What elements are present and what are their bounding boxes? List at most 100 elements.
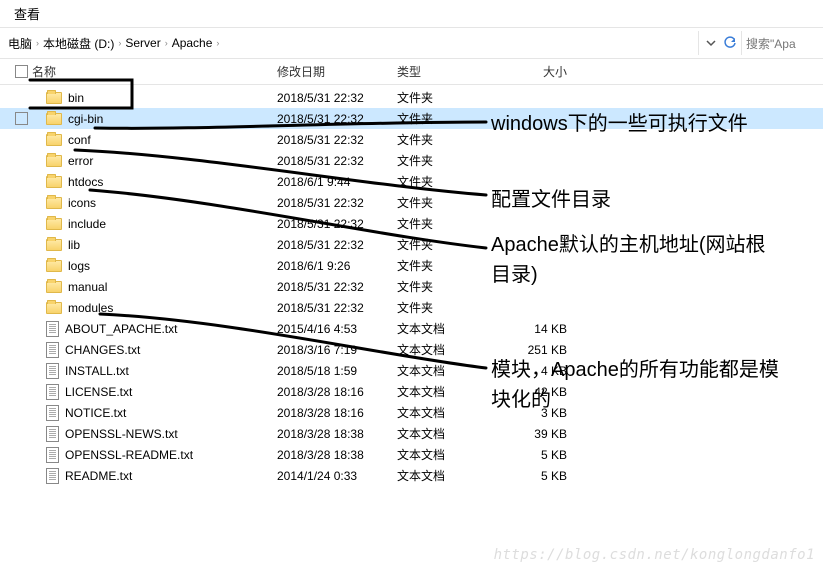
file-name: INSTALL.txt — [65, 364, 129, 378]
file-date: 2018/3/28 18:38 — [277, 427, 397, 441]
file-row[interactable]: error2018/5/31 22:32文件夹 — [0, 150, 823, 171]
chevron-right-icon: › — [116, 38, 123, 48]
file-date: 2018/3/16 7:19 — [277, 343, 397, 357]
file-name: include — [68, 217, 106, 231]
history-dropdown-icon[interactable] — [705, 37, 717, 49]
row-checkbox[interactable] — [15, 112, 28, 125]
file-name: NOTICE.txt — [65, 406, 126, 420]
file-date: 2018/5/31 22:32 — [277, 217, 397, 231]
file-type: 文本文档 — [397, 404, 497, 421]
file-date: 2014/1/24 0:33 — [277, 469, 397, 483]
file-name: bin — [68, 91, 84, 105]
file-type: 文本文档 — [397, 320, 497, 337]
file-date: 2018/5/31 22:32 — [277, 154, 397, 168]
file-row[interactable]: htdocs2018/6/1 9:44文件夹 — [0, 171, 823, 192]
menu-view[interactable]: 查看 — [14, 7, 40, 22]
file-row[interactable]: OPENSSL-NEWS.txt2018/3/28 18:38文本文档39 KB — [0, 423, 823, 444]
file-icon — [46, 405, 59, 421]
breadcrumb[interactable]: 电脑 › 本地磁盘 (D:) › Server › Apache › — [0, 31, 699, 55]
folder-icon — [46, 260, 62, 272]
file-date: 2018/5/31 22:32 — [277, 301, 397, 315]
file-date: 2018/5/31 22:32 — [277, 280, 397, 294]
file-icon — [46, 321, 59, 337]
file-name: LICENSE.txt — [65, 385, 132, 399]
folder-icon — [46, 176, 62, 188]
file-type: 文本文档 — [397, 467, 497, 484]
file-size: 14 KB — [497, 322, 577, 336]
file-name: README.txt — [65, 469, 132, 483]
file-icon — [46, 447, 59, 463]
search-placeholder: 搜索"Apa — [746, 35, 796, 52]
file-type: 文件夹 — [397, 194, 497, 211]
folder-icon — [46, 239, 62, 251]
watermark: https://blog.csdn.net/konglongdanfo1 — [494, 547, 815, 563]
file-name: OPENSSL-NEWS.txt — [65, 427, 178, 441]
file-type: 文件夹 — [397, 89, 497, 106]
file-icon — [46, 363, 59, 379]
file-name: OPENSSL-README.txt — [65, 448, 193, 462]
breadcrumb-item[interactable]: 本地磁盘 (D:) — [41, 35, 116, 52]
folder-icon — [46, 134, 62, 146]
breadcrumb-item[interactable]: Server — [123, 36, 162, 50]
header-name[interactable]: 名称 — [32, 63, 277, 80]
chevron-right-icon: › — [214, 38, 221, 48]
folder-icon — [46, 113, 62, 125]
address-toolbar: 电脑 › 本地磁盘 (D:) › Server › Apache › 搜索"Ap… — [0, 27, 823, 59]
file-name: modules — [68, 301, 113, 315]
annotation-text: 模块，Apache的所有功能都是模块化的 — [491, 355, 781, 415]
file-date: 2018/3/28 18:16 — [277, 406, 397, 420]
annotation-text: 配置文件目录 — [491, 185, 611, 215]
file-date: 2018/3/28 18:16 — [277, 385, 397, 399]
file-size: 39 KB — [497, 427, 577, 441]
search-input[interactable]: 搜索"Apa — [741, 31, 823, 55]
file-name: ABOUT_APACHE.txt — [65, 322, 177, 336]
file-type: 文件夹 — [397, 236, 497, 253]
header-type[interactable]: 类型 — [397, 63, 497, 80]
file-row[interactable]: modules 2018/5/31 22:32文件夹 — [0, 297, 823, 318]
chevron-right-icon: › — [163, 38, 170, 48]
annotation-text: Apache默认的主机地址(网站根目录) — [491, 230, 781, 290]
file-type: 文本文档 — [397, 446, 497, 463]
file-type: 文件夹 — [397, 173, 497, 190]
file-row[interactable]: OPENSSL-README.txt 2018/3/28 18:38文本文档5 K… — [0, 444, 823, 465]
menu-bar: 查看 — [0, 0, 823, 27]
breadcrumb-item[interactable]: Apache — [170, 36, 215, 50]
header-date[interactable]: 修改日期 — [277, 63, 397, 80]
file-type: 文件夹 — [397, 215, 497, 232]
file-row[interactable]: icons 2018/5/31 22:32文件夹 — [0, 192, 823, 213]
file-date: 2018/5/31 22:32 — [277, 238, 397, 252]
file-size: 5 KB — [497, 448, 577, 462]
file-type: 文件夹 — [397, 131, 497, 148]
file-date: 2018/6/1 9:26 — [277, 259, 397, 273]
select-all-checkbox[interactable] — [15, 65, 28, 78]
breadcrumb-root[interactable]: 电脑 — [6, 35, 34, 52]
file-name: conf — [68, 133, 91, 147]
folder-icon — [46, 218, 62, 230]
folder-icon — [46, 155, 62, 167]
file-date: 2018/5/18 1:59 — [277, 364, 397, 378]
file-name: cgi-bin — [68, 112, 103, 126]
folder-icon — [46, 302, 62, 314]
file-icon — [46, 468, 59, 484]
file-date: 2018/6/1 9:44 — [277, 175, 397, 189]
file-name: CHANGES.txt — [65, 343, 140, 357]
annotation-text: windows下的一些可执行文件 — [491, 109, 791, 139]
file-row[interactable]: ABOUT_APACHE.txt 2015/4/16 4:53文本文档14 KB — [0, 318, 823, 339]
file-date: 2015/4/16 4:53 — [277, 322, 397, 336]
file-type: 文本文档 — [397, 341, 497, 358]
file-row[interactable]: bin2018/5/31 22:32文件夹 — [0, 87, 823, 108]
file-type: 文本文档 — [397, 383, 497, 400]
file-date: 2018/5/31 22:32 — [277, 196, 397, 210]
file-type: 文件夹 — [397, 257, 497, 274]
folder-icon — [46, 281, 62, 293]
file-size: 5 KB — [497, 469, 577, 483]
file-date: 2018/3/28 18:38 — [277, 448, 397, 462]
refresh-icon[interactable] — [723, 36, 737, 50]
file-date: 2018/5/31 22:32 — [277, 112, 397, 126]
file-row[interactable]: README.txt 2014/1/24 0:33文本文档5 KB — [0, 465, 823, 486]
file-name: error — [68, 154, 93, 168]
file-type: 文件夹 — [397, 299, 497, 316]
header-size[interactable]: 大小 — [497, 63, 577, 80]
file-icon — [46, 384, 59, 400]
file-name: icons — [68, 196, 96, 210]
